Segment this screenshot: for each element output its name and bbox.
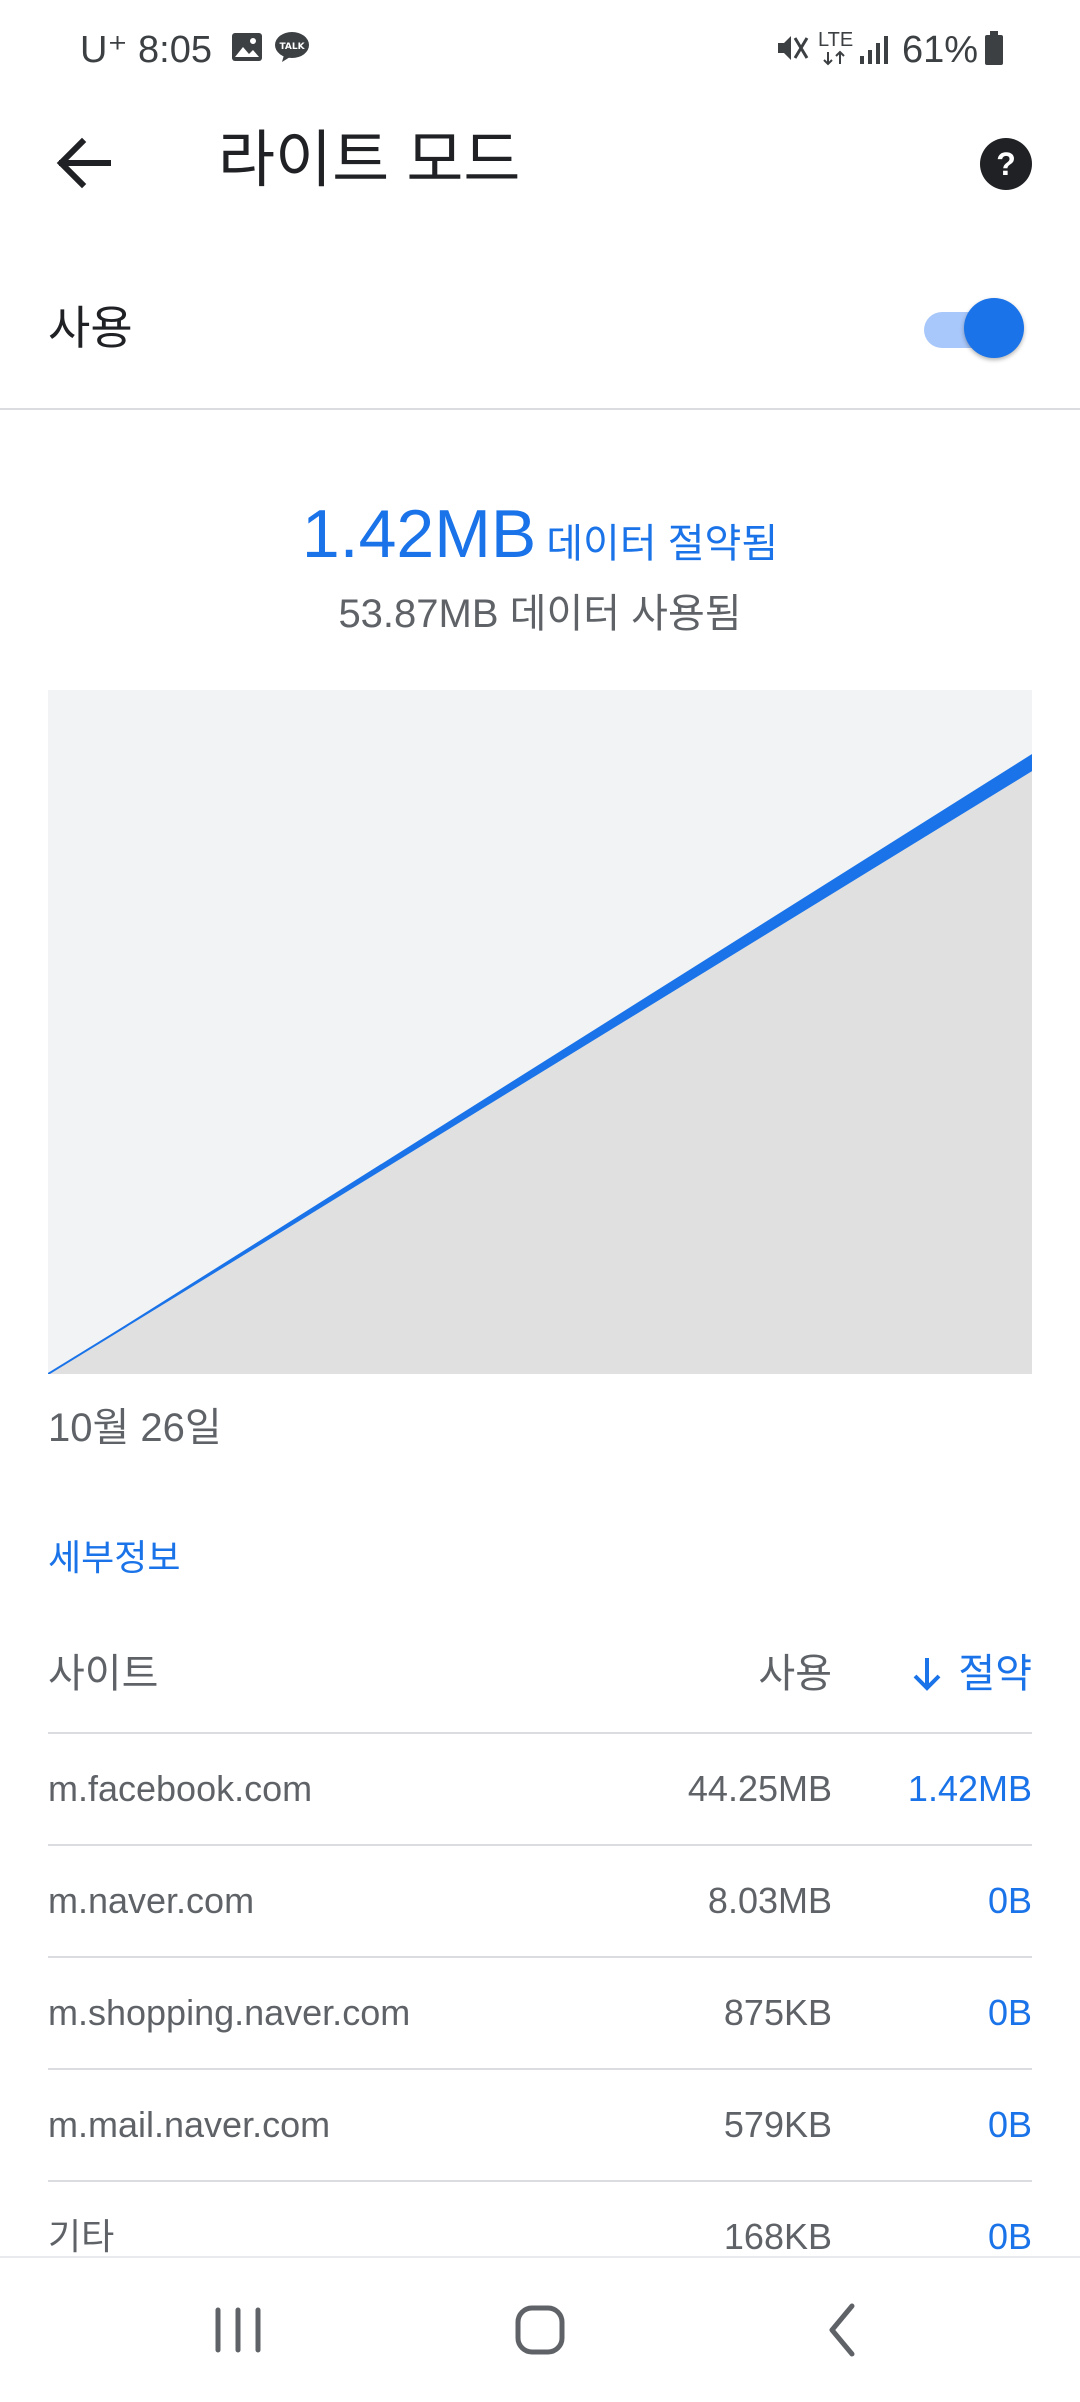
- battery-percent: 61%: [902, 29, 979, 71]
- site-name: m.naver.com: [48, 1880, 255, 1921]
- kakaotalk-icon: TALK: [275, 32, 309, 62]
- site-column-header[interactable]: 사이트: [48, 1636, 158, 1712]
- vibrate-icon: [778, 36, 809, 60]
- saved-column-label: 절약: [958, 1652, 1032, 1696]
- data-used-summary: 53.87MB 데이터 사용됨: [338, 592, 742, 636]
- table-row: m.mail.naver.com 579KB 0B: [48, 2070, 1032, 2182]
- sort-down-arrow-icon: [913, 1658, 941, 1691]
- page-title: 라이트 모드: [218, 126, 521, 195]
- site-name: m.mail.naver.com: [48, 2104, 331, 2145]
- saved-value: 0B: [987, 1880, 1032, 1921]
- toolbar: [0, 100, 1080, 230]
- back-nav-icon[interactable]: [792, 2290, 892, 2370]
- status-bar: U⁺ 8:05 TALK LTE 61%: [0, 0, 1080, 100]
- gallery-icon: [232, 33, 262, 61]
- used-column-header[interactable]: 사용: [758, 1636, 832, 1712]
- battery-icon: [985, 31, 1003, 65]
- table-row: m.naver.com 8.03MB 0B: [48, 1846, 1032, 1958]
- site-name: m.shopping.naver.com: [48, 1992, 411, 2033]
- used-value: 579KB: [723, 2104, 832, 2145]
- enable-setting-row[interactable]: [0, 256, 1080, 410]
- data-arrows-icon: [823, 50, 845, 66]
- help-icon[interactable]: ?: [978, 136, 1034, 192]
- used-value: 8.03MB: [707, 1880, 832, 1921]
- chart-start-date: 10월 26일: [48, 1406, 222, 1450]
- carrier-label: U⁺: [80, 29, 128, 71]
- svg-text:?: ?: [996, 146, 1016, 182]
- saved-amount: 1.42MB: [301, 496, 537, 572]
- saved-value: 1.42MB: [907, 1768, 1032, 1809]
- status-time: 8:05: [138, 29, 212, 71]
- enable-label: 사용: [48, 302, 133, 354]
- data-saved-summary: 1.42MB 데이터 절약됨: [0, 492, 1080, 595]
- site-name: m.facebook.com: [48, 1768, 313, 1809]
- table-header: 사이트 사용 절약: [48, 1636, 1032, 1734]
- data-usage-chart: [48, 690, 1032, 1374]
- saved-value: 0B: [987, 2104, 1032, 2145]
- table-row: m.facebook.com 44.25MB 1.42MB: [48, 1734, 1032, 1846]
- recents-icon[interactable]: [188, 2290, 288, 2370]
- svg-text:TALK: TALK: [279, 42, 305, 52]
- details-header: 세부정보: [48, 1537, 181, 1578]
- enable-toggle[interactable]: [924, 298, 1024, 360]
- toggle-knob: [964, 298, 1024, 358]
- back-arrow-icon[interactable]: [50, 128, 120, 198]
- network-type: LTE: [818, 29, 854, 51]
- saved-label: 데이터 절약됨: [546, 522, 779, 566]
- signal-icon: [860, 36, 888, 64]
- used-value: 875KB: [723, 1992, 832, 2033]
- saved-value: 0B: [987, 1992, 1032, 2033]
- used-value: 44.25MB: [687, 1768, 832, 1809]
- home-icon[interactable]: [490, 2290, 590, 2370]
- saved-column-header[interactable]: 절약: [910, 1636, 1032, 1712]
- table-row: m.shopping.naver.com 875KB 0B: [48, 1958, 1032, 2070]
